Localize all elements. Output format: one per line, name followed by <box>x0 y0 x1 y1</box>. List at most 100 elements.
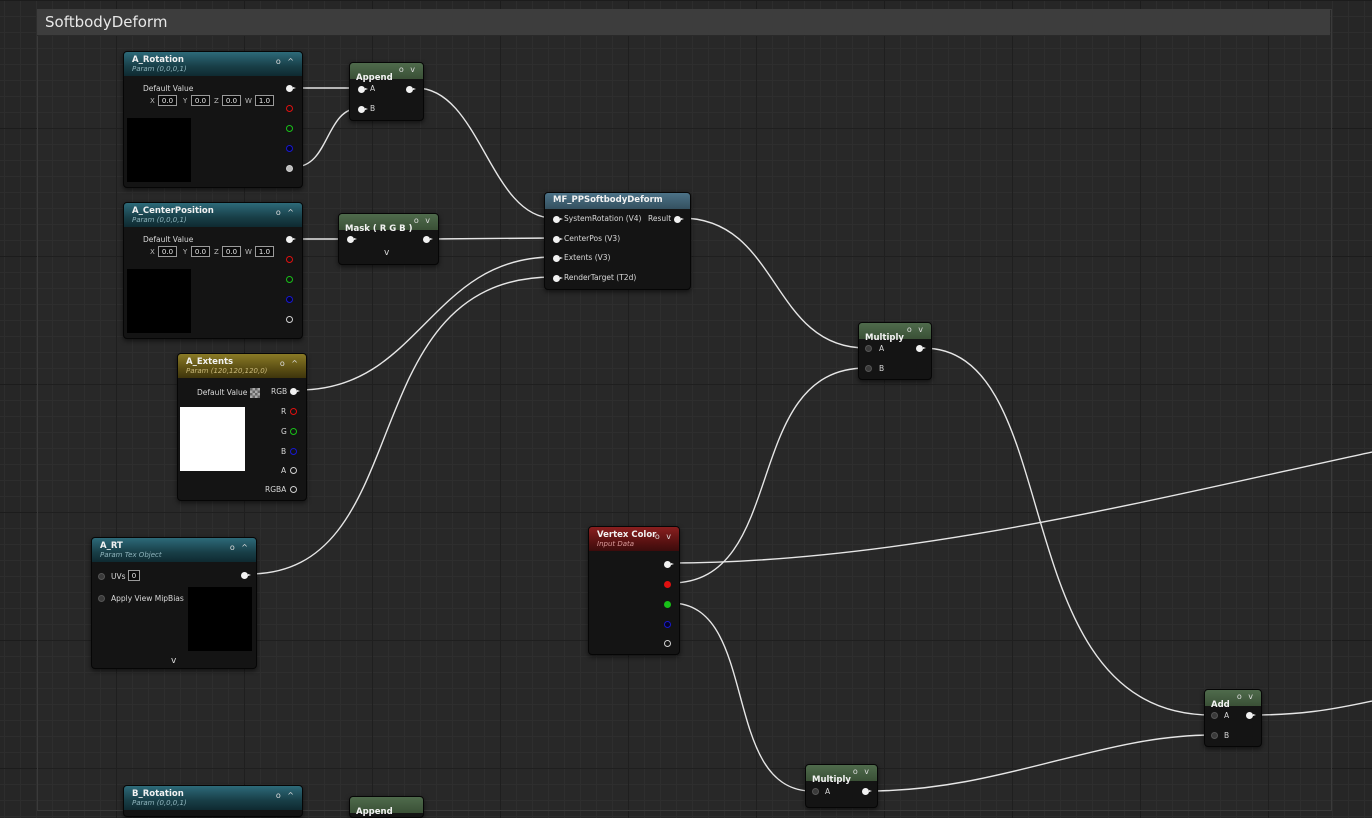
node-b-rotation[interactable]: B_Rotation Param (0,0,0,1) o ^ <box>123 785 303 817</box>
node-mf-ppsoftbodydeform[interactable]: MF_PPSoftbodyDeform SystemRotation (V4) … <box>544 192 691 290</box>
input-pin-a[interactable] <box>812 788 819 795</box>
w-value-field[interactable]: 1.0 <box>255 246 274 257</box>
node-header[interactable]: B_Rotation Param (0,0,0,1) o ^ <box>124 786 302 810</box>
node-header[interactable]: MF_PPSoftbodyDeform <box>545 193 690 209</box>
output-pin-r[interactable] <box>286 105 293 112</box>
collapse-icon[interactable]: ^ <box>241 543 250 552</box>
output-pin[interactable] <box>862 788 872 795</box>
input-pin-uvs[interactable] <box>98 573 105 580</box>
pin-preview-icon[interactable]: o <box>853 767 860 776</box>
pin-preview-icon[interactable]: o <box>414 216 421 225</box>
node-a-rt[interactable]: A_RT Param Tex Object o ^ UVs 0 Apply Vi… <box>91 537 257 669</box>
pin-preview-icon[interactable]: o <box>276 791 283 800</box>
node-header[interactable]: A_Extents Param (120,120,120,0) o ^ <box>178 354 306 378</box>
node-header[interactable]: A_CenterPosition Param (0,0,0,1) o ^ <box>124 203 302 227</box>
output-pin-result[interactable] <box>674 216 684 223</box>
collapse-icon[interactable]: ^ <box>287 208 296 217</box>
node-a-extents[interactable]: A_Extents Param (120,120,120,0) o ^ Defa… <box>177 353 307 501</box>
collapse-icon[interactable]: ^ <box>287 791 296 800</box>
node-mask-rgb[interactable]: Mask ( R G B ) o v v <box>338 213 439 265</box>
output-pin[interactable] <box>916 345 926 352</box>
pin-preview-icon[interactable]: o <box>276 57 283 66</box>
output-pin-rgba[interactable] <box>286 85 296 92</box>
pin-preview-icon[interactable]: o <box>655 532 662 541</box>
input-pin-rendertarget[interactable] <box>553 275 563 282</box>
output-pin-r[interactable] <box>286 256 293 263</box>
z-value-field[interactable]: 0.0 <box>222 95 241 106</box>
output-pin-b[interactable] <box>290 448 297 455</box>
node-header[interactable]: Vertex Color Input Data o v <box>589 527 679 551</box>
output-pin-rgba[interactable] <box>290 486 297 493</box>
input-pin-b[interactable] <box>358 106 368 113</box>
output-pin-b[interactable] <box>664 621 671 628</box>
node-multiply-1[interactable]: Multiply o v A B <box>858 322 932 380</box>
color-swatch[interactable] <box>250 388 260 398</box>
expand-icon[interactable]: v <box>425 216 432 225</box>
output-pin-r[interactable] <box>290 408 297 415</box>
input-pin-extents[interactable] <box>553 255 563 262</box>
input-pin-b[interactable] <box>865 365 872 372</box>
node-append-top[interactable]: Append o v A B <box>349 62 424 121</box>
output-pin-b[interactable] <box>286 145 293 152</box>
node-header[interactable]: Append o v <box>350 63 423 83</box>
output-pin-a[interactable] <box>664 640 671 647</box>
pin-preview-icon[interactable]: o <box>230 543 237 552</box>
input-pin-centerpos[interactable] <box>553 236 563 243</box>
node-vertex-color[interactable]: Vertex Color Input Data o v <box>588 526 680 655</box>
expand-icon[interactable]: v <box>666 532 673 541</box>
y-value-field[interactable]: 0.0 <box>191 246 210 257</box>
z-value-field[interactable]: 0.0 <box>222 246 241 257</box>
expand-icon[interactable]: v <box>410 65 417 74</box>
comment-header[interactable]: SoftbodyDeform <box>37 9 1330 36</box>
output-pin-a[interactable] <box>286 316 293 323</box>
expand-chevron-icon[interactable]: v <box>384 248 389 258</box>
input-pin-a[interactable] <box>1211 712 1218 719</box>
x-value-field[interactable]: 0.0 <box>158 95 177 106</box>
expand-icon[interactable]: v <box>864 767 871 776</box>
node-header[interactable]: Mask ( R G B ) o v <box>339 214 438 234</box>
collapse-icon[interactable]: ^ <box>291 359 300 368</box>
output-pin[interactable] <box>1246 712 1256 719</box>
w-value-field[interactable]: 1.0 <box>255 95 274 106</box>
node-header[interactable]: A_Rotation Param (0,0,0,1) o ^ <box>124 52 302 76</box>
input-pin-a[interactable] <box>358 86 368 93</box>
node-add[interactable]: Add o v A B <box>1204 689 1262 747</box>
pin-preview-icon[interactable]: o <box>399 65 406 74</box>
pin-preview-icon[interactable]: o <box>276 208 283 217</box>
input-pin-b[interactable] <box>1211 732 1218 739</box>
input-pin-mipbias[interactable] <box>98 595 105 602</box>
collapse-icon[interactable]: ^ <box>287 57 296 66</box>
input-pin-systemrotation[interactable] <box>553 216 563 223</box>
output-pin-g[interactable] <box>664 601 671 608</box>
output-pin-rgb[interactable] <box>664 561 674 568</box>
node-header[interactable]: A_RT Param Tex Object o ^ <box>92 538 256 562</box>
node-header[interactable]: Add o v <box>1205 690 1261 710</box>
node-append-bottom[interactable]: Append <box>349 796 424 818</box>
node-header[interactable]: Append <box>350 797 423 817</box>
output-pin-b[interactable] <box>286 296 293 303</box>
node-a-rotation[interactable]: A_Rotation Param (0,0,0,1) o ^ Default V… <box>123 51 303 188</box>
pin-preview-icon[interactable]: o <box>280 359 287 368</box>
uvs-value-field[interactable]: 0 <box>128 570 140 581</box>
output-pin[interactable] <box>423 236 433 243</box>
expand-chevron-icon[interactable]: v <box>171 656 176 666</box>
pin-preview-icon[interactable]: o <box>1237 692 1244 701</box>
input-pin-a[interactable] <box>865 345 872 352</box>
expand-icon[interactable]: v <box>918 325 925 334</box>
input-pin[interactable] <box>347 236 357 243</box>
output-pin-g[interactable] <box>286 125 293 132</box>
output-pin-a[interactable] <box>290 467 297 474</box>
node-multiply-2[interactable]: Multiply o v A <box>805 764 878 808</box>
expand-icon[interactable]: v <box>1248 692 1255 701</box>
output-pin-texture[interactable] <box>241 572 251 579</box>
output-pin-rgba[interactable] <box>286 236 296 243</box>
pin-preview-icon[interactable]: o <box>907 325 914 334</box>
node-header[interactable]: Multiply o v <box>806 765 877 785</box>
output-pin[interactable] <box>406 86 416 93</box>
node-a-centerposition[interactable]: A_CenterPosition Param (0,0,0,1) o ^ Def… <box>123 202 303 339</box>
output-pin-rgb[interactable] <box>290 388 300 395</box>
output-pin-g[interactable] <box>286 276 293 283</box>
x-value-field[interactable]: 0.0 <box>158 246 177 257</box>
output-pin-g[interactable] <box>290 428 297 435</box>
output-pin-r[interactable] <box>664 581 671 588</box>
